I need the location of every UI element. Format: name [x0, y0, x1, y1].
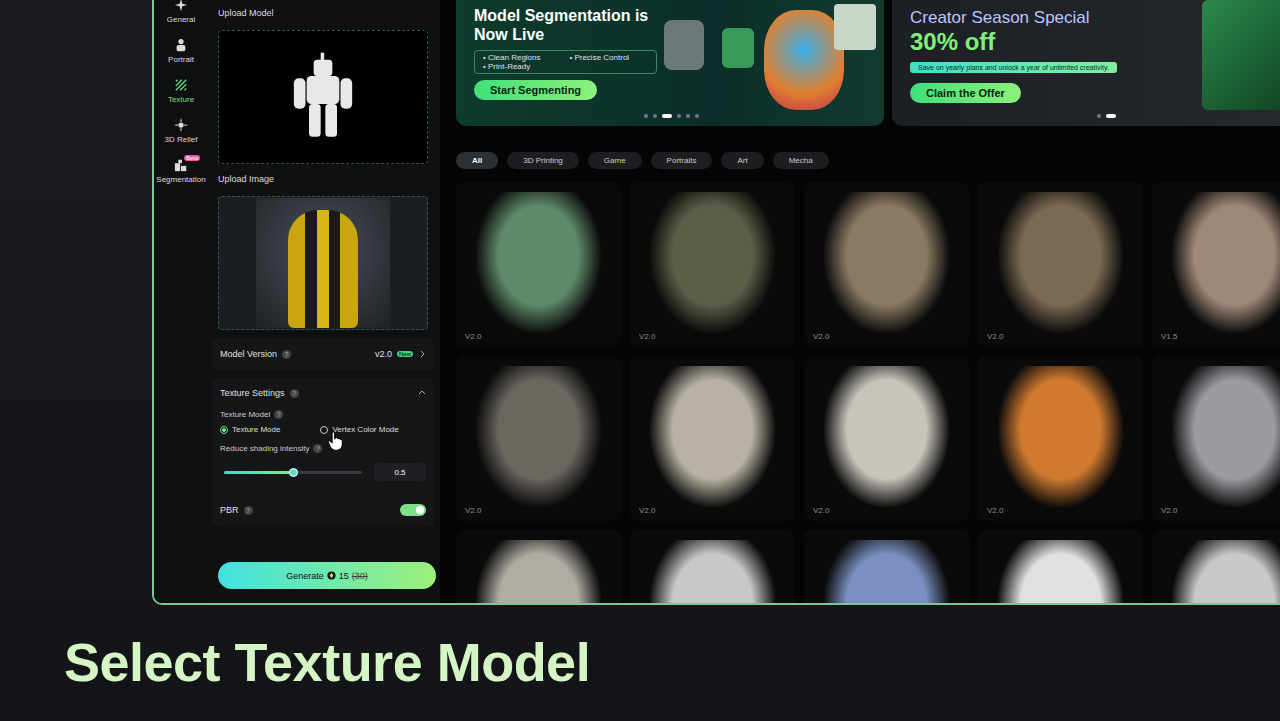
sidebar-item[interactable]: General: [154, 0, 208, 24]
version-label: V2.0: [639, 506, 655, 515]
filter-chip[interactable]: 3D Printing: [507, 152, 579, 169]
sidebar: General Portrait Texture 3D Relief BetaSegme…: [154, 0, 208, 603]
help-icon[interactable]: ?: [282, 350, 291, 359]
model-card[interactable]: V2.0: [978, 356, 1143, 521]
image-preview[interactable]: [218, 196, 428, 330]
model-card[interactable]: [1152, 530, 1280, 603]
filter-chip[interactable]: Portraits: [651, 152, 713, 169]
caption: Select Texture Model: [0, 631, 1280, 693]
settings-panel: Upload ModelUpload Image Model Version?v2…: [208, 0, 440, 603]
gift-artwork: [1202, 0, 1280, 110]
nav-3-icon: [174, 118, 188, 132]
nav-2-icon: [174, 78, 188, 92]
shading-label: Reduce shading intensity ?: [220, 444, 426, 453]
version-label: V2.0: [987, 332, 1003, 341]
shading-slider[interactable]: [224, 471, 362, 474]
beta-badge: Beta: [184, 155, 200, 161]
new-badge: New: [397, 351, 413, 357]
model-card[interactable]: V2.0: [456, 356, 621, 521]
chevron-up-icon: [418, 389, 426, 397]
model-preview[interactable]: [218, 30, 428, 164]
texture-settings: Texture Settings? Texture Model ? Texture …: [212, 378, 434, 527]
sidebar-item[interactable]: 3D Relief: [154, 118, 208, 144]
feature-list: • Clean Regions• Precise Control• Print-…: [474, 50, 657, 74]
texture-settings-header[interactable]: Texture Settings?: [220, 386, 426, 400]
version-label: V2.0: [1161, 506, 1177, 515]
screen: General Portrait Texture 3D Relief BetaSegme…: [0, 0, 1280, 721]
model-card[interactable]: V2.0: [630, 182, 795, 347]
shading-value[interactable]: 0.5: [374, 463, 426, 481]
help-icon[interactable]: ?: [290, 389, 299, 398]
chevron-right-icon: [418, 350, 426, 358]
version-label: V2.0: [465, 506, 481, 515]
version-label: V2.0: [987, 506, 1003, 515]
banner-artwork: [654, 0, 884, 126]
pbr-toggle[interactable]: [400, 504, 426, 516]
filter-chip[interactable]: Game: [588, 152, 642, 169]
model-card[interactable]: [630, 530, 795, 603]
model-card[interactable]: V2.0: [804, 356, 969, 521]
version-label: V2.0: [813, 332, 829, 341]
texture-model-group: Texture ModeVertex Color Mode: [220, 425, 426, 434]
nav-0-icon: [174, 0, 188, 12]
version-label: V1.5: [1161, 332, 1177, 341]
model-card[interactable]: V2.0: [804, 182, 969, 347]
radio-option[interactable]: Texture Mode: [220, 425, 280, 434]
model-card[interactable]: V2.0: [978, 182, 1143, 347]
upload-model: Upload ModelUpload Image: [212, 4, 434, 330]
filter-chip[interactable]: Art: [721, 152, 763, 169]
filter-chip[interactable]: Mecha: [773, 152, 829, 169]
model-card[interactable]: V2.0: [456, 182, 621, 347]
app-window: General Portrait Texture 3D Relief BetaSegme…: [152, 0, 1280, 605]
offer-banner[interactable]: Creator Season Special30% offSave on yea…: [892, 0, 1280, 126]
help-icon[interactable]: ?: [244, 506, 253, 515]
model-version[interactable]: Model Version?v2.0New: [212, 338, 434, 370]
segmentation-banner[interactable]: Model Segmentation is Now Live• Clean Re…: [456, 0, 884, 126]
model-card[interactable]: [456, 530, 621, 603]
carousel-dots[interactable]: [644, 114, 699, 118]
sidebar-item[interactable]: Portrait: [154, 38, 208, 64]
robot-model-icon: [288, 47, 358, 147]
sidebar-item[interactable]: Texture: [154, 78, 208, 104]
gallery: Model Segmentation is Now Live• Clean Re…: [440, 0, 1280, 603]
filter-bar: All 3D Printing Game Portraits Art Mecha: [456, 152, 1280, 169]
texture-model-label: Texture Model ?: [220, 410, 426, 419]
claim-offer-button[interactable]: Claim the Offer: [910, 83, 1021, 103]
version-label: V2.0: [813, 506, 829, 515]
model-card[interactable]: [978, 530, 1143, 603]
model-card[interactable]: V1.5: [1152, 182, 1280, 347]
model-grid: V2.0 V2.0 V2.0 V2.0 V1.5 V2.0 V2.0 V2.0 V2.0 V2.0: [456, 182, 1280, 603]
version-label: V2.0: [465, 332, 481, 341]
hand-cursor-icon: [327, 430, 344, 452]
model-card[interactable]: [804, 530, 969, 603]
filter-chip[interactable]: All: [456, 152, 498, 169]
version-label: V2.0: [639, 332, 655, 341]
credit-icon: [327, 571, 336, 580]
sidebar-item[interactable]: BetaSegmentation: [154, 158, 208, 184]
start-segmenting-button[interactable]: Start Segmenting: [474, 80, 597, 100]
carousel-dots[interactable]: [1097, 114, 1116, 118]
armor-photo: [256, 198, 390, 328]
generate-button[interactable]: Generate 15(30): [218, 562, 436, 589]
model-card[interactable]: V2.0: [1152, 356, 1280, 521]
nav-1-icon: [174, 38, 188, 52]
model-card[interactable]: V2.0: [630, 356, 795, 521]
